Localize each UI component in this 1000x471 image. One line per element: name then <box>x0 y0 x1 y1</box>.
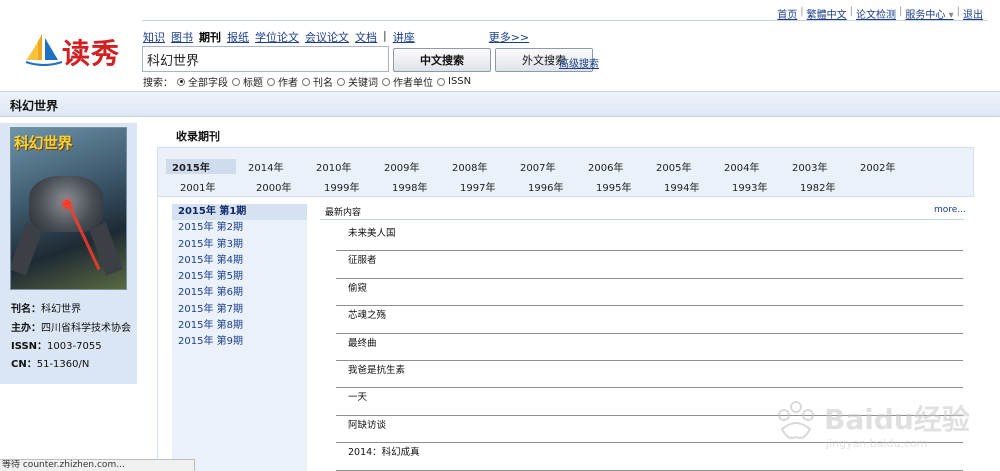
year-1993[interactable]: 1993年 <box>732 179 767 194</box>
latest-label: 最新内容 <box>325 208 362 218</box>
journal-cover-image[interactable]: 科幻世界 <box>10 127 127 290</box>
issue-item[interactable]: 2015年 第9期 <box>172 334 307 350</box>
tab-dissertations[interactable]: 学位论文 <box>255 29 299 45</box>
radio-keyword[interactable] <box>337 77 345 86</box>
tab-lectures[interactable]: 讲座 <box>393 29 415 45</box>
tab-journals[interactable]: 期刊 <box>199 29 221 45</box>
issue-list: 2015年 第1期 2015年 第2期 2015年 第3期 2015年 第4期 2015… <box>172 204 307 351</box>
article-link[interactable]: 征服者 <box>336 251 963 279</box>
year-1998[interactable]: 1998年 <box>392 179 427 194</box>
radio-title[interactable] <box>232 77 240 86</box>
radio-author[interactable] <box>267 77 275 86</box>
divider <box>142 20 988 21</box>
link-logout[interactable]: 退出 <box>960 6 986 21</box>
svg-text:Baidu经验: Baidu经验 <box>824 403 970 436</box>
article-link[interactable]: 未来美人国 <box>336 224 963 252</box>
year-1997[interactable]: 1997年 <box>460 179 495 194</box>
page-title: 科幻世界 <box>10 99 59 113</box>
link-home[interactable]: 首页 <box>774 6 800 21</box>
article-link[interactable]: 芯魂之殇 <box>336 306 963 334</box>
radio-issn[interactable] <box>437 77 445 86</box>
year-2002[interactable]: 2002年 <box>860 159 895 174</box>
year-1996[interactable]: 1996年 <box>528 179 563 194</box>
year-1982[interactable]: 1982年 <box>800 179 835 194</box>
svg-text:jingyan.baidu.com: jingyan.baidu.com <box>825 437 928 450</box>
divider <box>320 219 964 220</box>
year-2007[interactable]: 2007年 <box>520 159 555 174</box>
article-link[interactable]: 最终曲 <box>336 334 963 361</box>
link-service-center[interactable]: 服务中心 ▾ <box>902 6 956 21</box>
year-1994[interactable]: 1994年 <box>664 179 699 194</box>
link-paper-check[interactable]: 论文检测 <box>853 6 899 21</box>
article-link[interactable]: 我爸是抗生素 <box>336 361 963 389</box>
year-2006[interactable]: 2006年 <box>588 159 623 174</box>
year-2003[interactable]: 2003年 <box>792 159 827 174</box>
radio-author-unit[interactable] <box>382 77 390 86</box>
journal-cn-field: CN：51-1360/N <box>11 359 90 370</box>
year-2009[interactable]: 2009年 <box>384 159 419 174</box>
issue-item[interactable]: 2015年 第8期 <box>172 318 307 334</box>
year-1999[interactable]: 1999年 <box>324 179 359 194</box>
radio-journal-name[interactable] <box>302 77 310 86</box>
tab-knowledge[interactable]: 知识 <box>143 29 165 45</box>
advanced-search-link[interactable]: 高级搜索 <box>559 55 599 70</box>
year-2000[interactable]: 2000年 <box>256 179 291 194</box>
journal-sponsor-field: 主办：四川省科学技术协会 <box>11 323 131 334</box>
tab-documents[interactable]: 文档 <box>355 29 377 45</box>
article-link[interactable]: 偷窥 <box>336 279 963 307</box>
more-categories-link[interactable]: 更多>> <box>489 29 529 45</box>
year-2008[interactable]: 2008年 <box>452 159 487 174</box>
browser-status-bar: 等待 counter.zhizhen.com... <box>0 459 195 471</box>
tab-conference-papers[interactable]: 会议论文 <box>305 29 349 45</box>
issue-item[interactable]: 2015年 第6期 <box>172 285 307 301</box>
issue-item[interactable]: 2015年 第2期 <box>172 220 307 236</box>
cover-title: 科幻世界 <box>14 134 73 152</box>
year-2014[interactable]: 2014年 <box>248 159 283 174</box>
search-input[interactable] <box>142 46 389 72</box>
journal-info-panel: 科幻世界 刊名：科幻世界 主办：四川省科学技术协会 ISSN：1003-7055… <box>0 123 137 384</box>
radio-all-fields[interactable] <box>177 77 185 86</box>
issue-item[interactable]: 2015年 第5期 <box>172 269 307 285</box>
search-category-tabs: 知识 图书 期刊 报纸 学位论文 会议论文 文档 | 讲座 更多>> <box>143 29 530 45</box>
year-2010[interactable]: 2010年 <box>316 159 351 174</box>
logo-text: 读秀 <box>62 37 121 70</box>
top-links: 首页 | 繁體中文 | 论文检测 | 服务中心 ▾ | 退出 <box>774 6 986 21</box>
journal-issn-field: ISSN：1003-7055 <box>11 341 102 352</box>
site-logo[interactable]: 读秀 <box>24 30 124 70</box>
issue-item[interactable]: 2015年 第7期 <box>172 302 307 318</box>
year-2001[interactable]: 2001年 <box>180 179 215 194</box>
issue-item[interactable]: 2015年 第3期 <box>172 237 307 253</box>
year-selector: 2015年 2014年 2010年 2009年 2008年 2007年 2006年 2005年… <box>157 147 974 197</box>
issue-item[interactable]: 2015年 第1期 <box>172 204 307 221</box>
year-1995[interactable]: 1995年 <box>596 179 631 194</box>
section-title: 收录期刊 <box>176 130 220 143</box>
year-2004[interactable]: 2004年 <box>724 159 759 174</box>
year-2005[interactable]: 2005年 <box>656 159 691 174</box>
page-title-bar: 科幻世界 <box>0 91 1000 117</box>
scope-label: 搜索： <box>143 78 173 89</box>
link-traditional[interactable]: 繁體中文 <box>804 6 850 21</box>
baidu-watermark: Baidu经验 jingyan.baidu.com <box>778 401 970 450</box>
tab-books[interactable]: 图书 <box>171 29 193 45</box>
tab-newspapers[interactable]: 报纸 <box>227 29 249 45</box>
journal-name-field: 刊名：科幻世界 <box>11 304 81 315</box>
issue-item[interactable]: 2015年 第4期 <box>172 253 307 269</box>
more-link[interactable]: more... <box>934 205 966 215</box>
sailboat-icon <box>25 34 63 66</box>
year-2015[interactable]: 2015年 <box>166 159 236 174</box>
chinese-search-button[interactable]: 中文搜索 <box>393 48 491 72</box>
search-scope: 搜索： 全部字段 标题 作者 刊名 关键词 作者单位 ISSN <box>143 76 472 89</box>
